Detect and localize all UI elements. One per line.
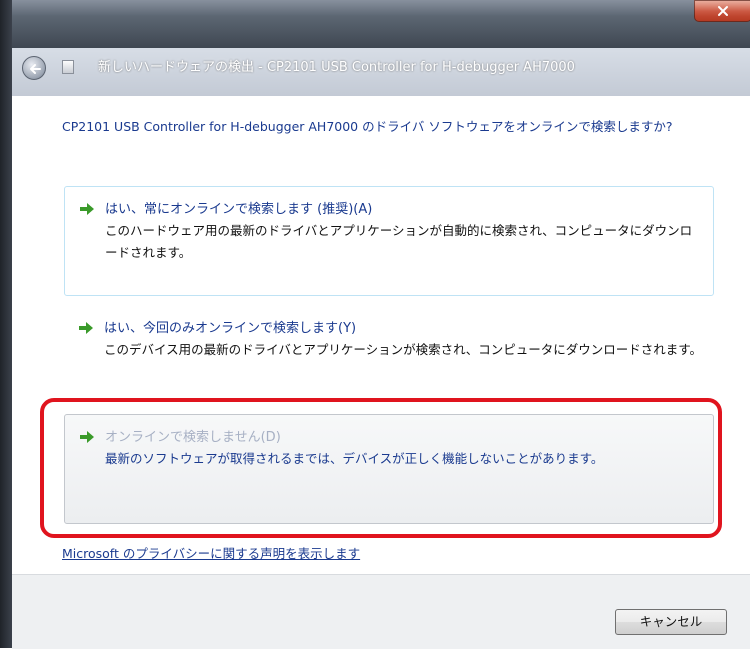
option-description: このデバイス用の最新のドライバとアプリケーションが検索され、コンピュータにダウン… xyxy=(104,342,703,357)
option-always-search-online[interactable]: はい、常にオンラインで検索します (推奨)(A) このハードウェア用の最新のドラ… xyxy=(64,186,714,296)
option-search-online-once[interactable]: はい、今回のみオンラインで検索します(Y) このデバイス用の最新のドライバとアプ… xyxy=(64,306,714,386)
option-description: このハードウェア用の最新のドライバとアプリケーションが自動的に検索され、コンピュ… xyxy=(105,223,693,260)
cancel-button[interactable]: キャンセル xyxy=(615,609,727,635)
red-highlight-annotation xyxy=(40,398,722,538)
option-heading: はい、今回のみオンラインで検索します(Y) xyxy=(104,321,357,336)
dialog-footer: キャンセル xyxy=(12,574,750,649)
dialog-window: 新しいハードウェアの検出 - CP2101 USB Controller for… xyxy=(0,0,750,649)
green-arrow-icon xyxy=(79,322,93,334)
window-frame xyxy=(0,0,12,648)
privacy-statement-link[interactable]: Microsoft のプライバシーに関する声明を表示します xyxy=(62,543,360,562)
close-button[interactable] xyxy=(694,0,750,22)
back-arrow-icon xyxy=(30,64,41,74)
green-arrow-icon xyxy=(80,203,94,215)
option-heading: はい、常にオンラインで検索します (推奨)(A) xyxy=(105,202,373,217)
wizard-icon xyxy=(62,60,74,74)
title-bar[interactable] xyxy=(12,0,750,48)
prompt-text: CP2101 USB Controller for H-debugger AH7… xyxy=(62,119,673,134)
window-title: 新しいハードウェアの検出 - CP2101 USB Controller for… xyxy=(98,60,575,75)
back-button[interactable] xyxy=(22,56,46,80)
close-icon xyxy=(718,6,728,16)
